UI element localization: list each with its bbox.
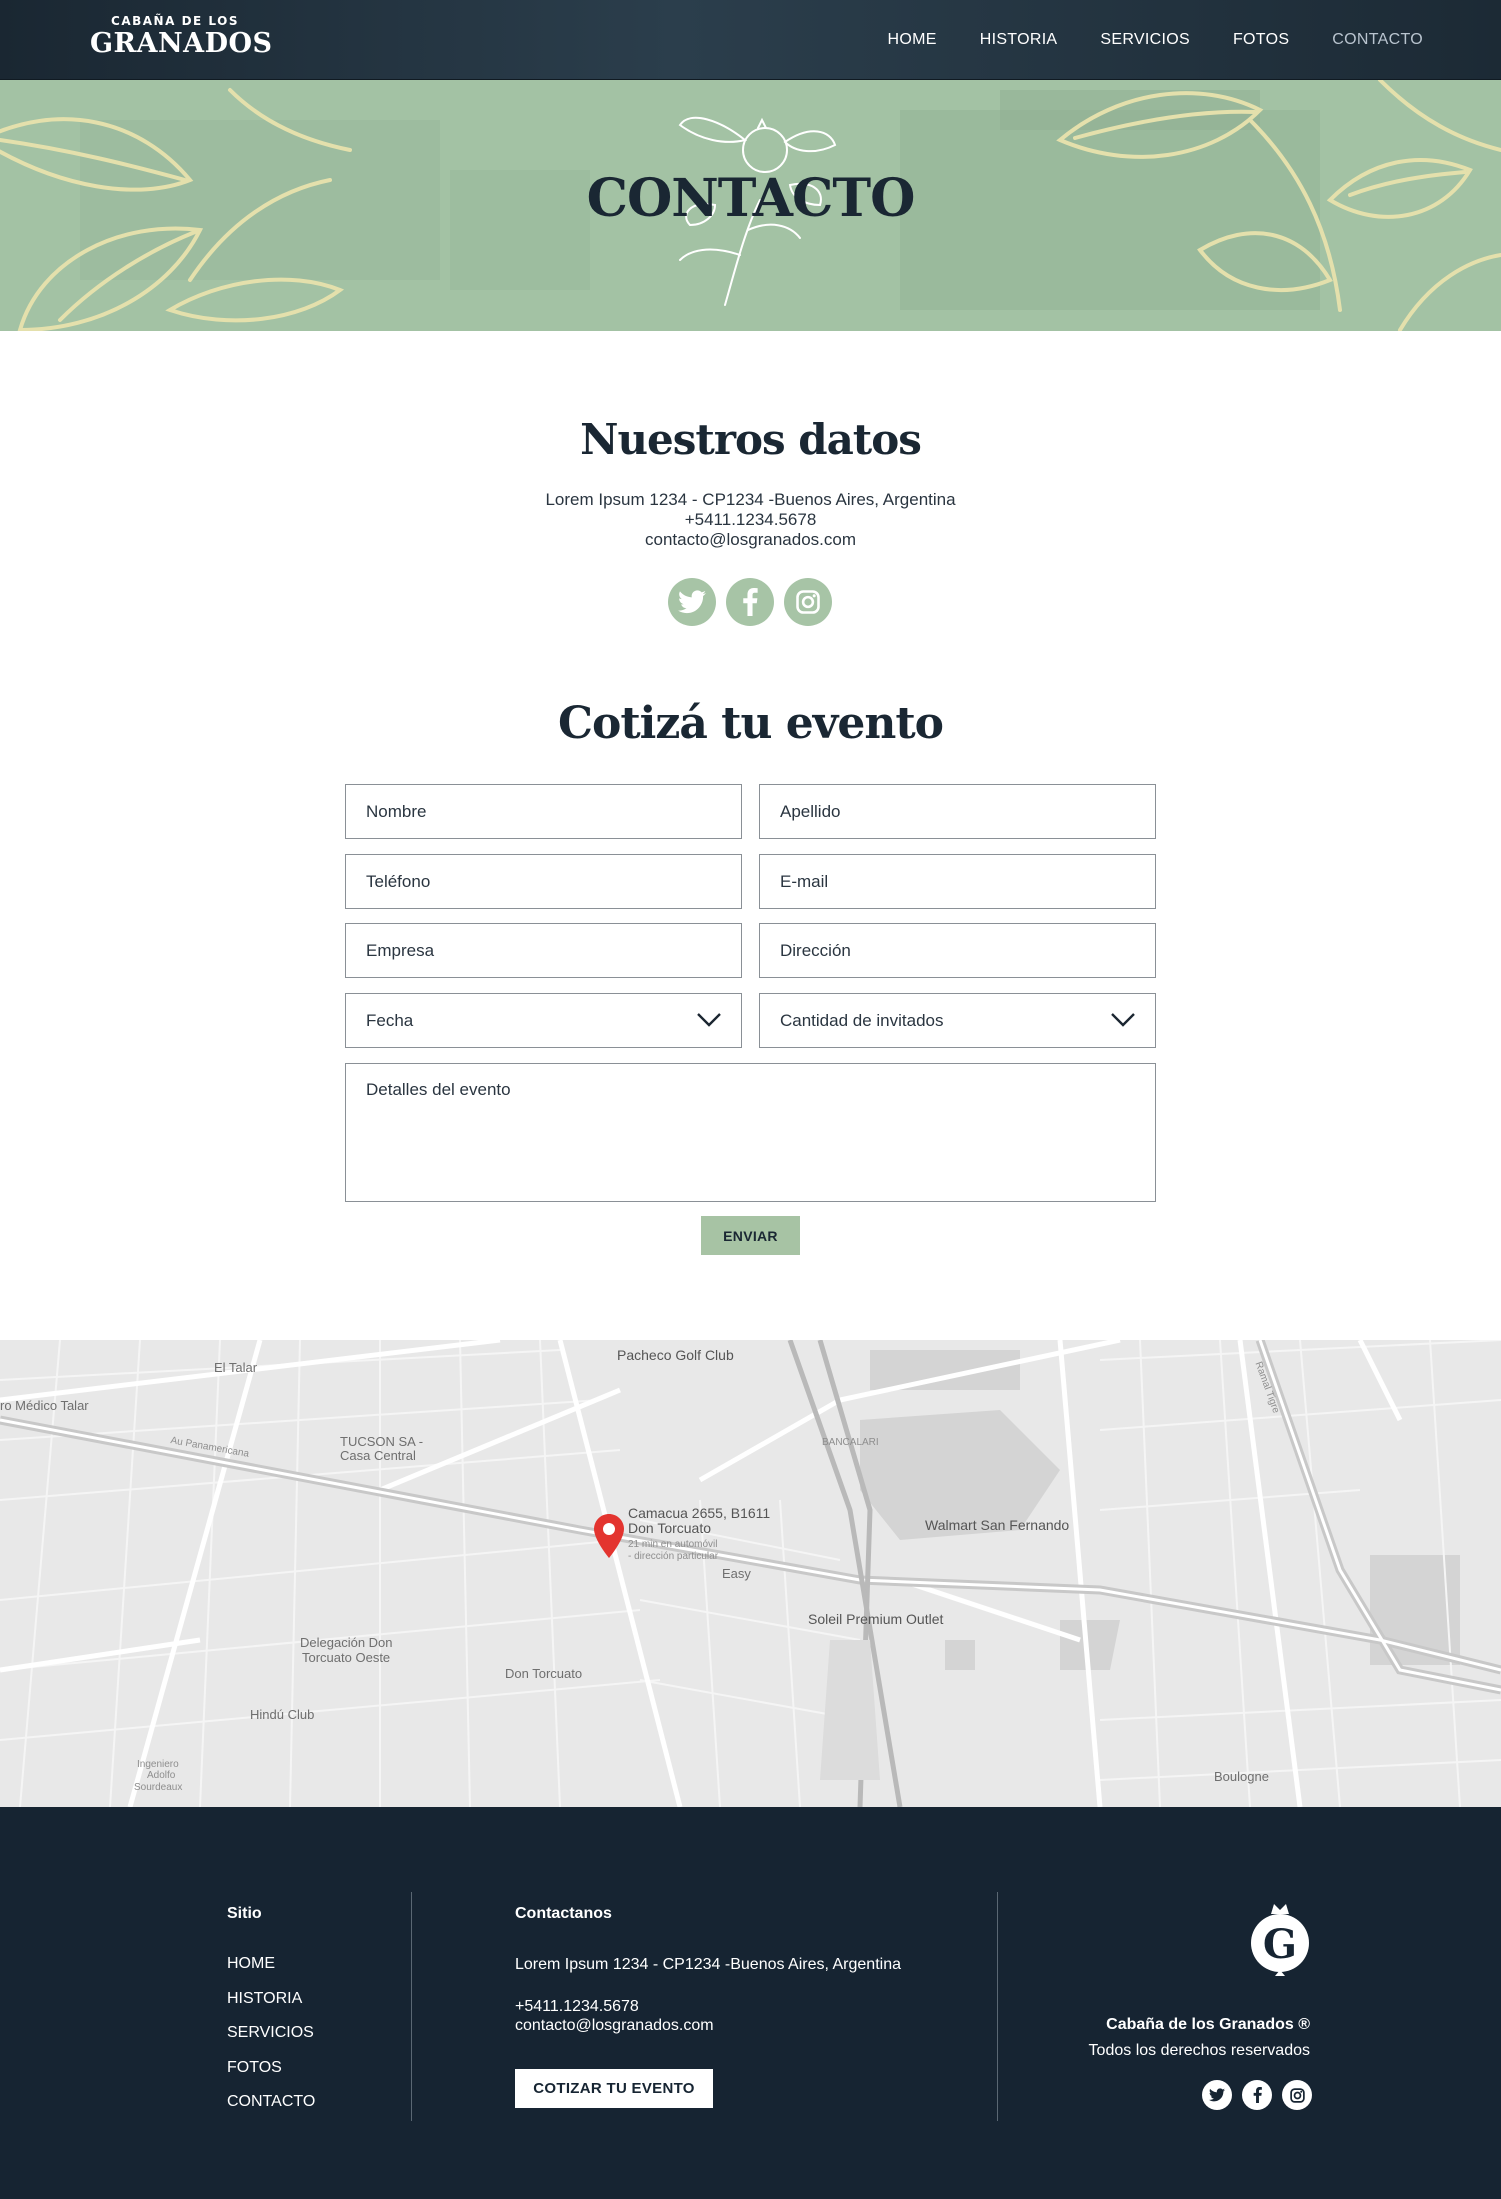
- location-map[interactable]: Pacheco Golf Club El Talar ro Médico Tal…: [0, 1340, 1501, 1807]
- chevron-down-icon: [697, 1013, 721, 1027]
- map-label-don-torcuato: Don Torcuato: [505, 1666, 583, 1681]
- direccion-placeholder: Dirección: [780, 940, 851, 960]
- fecha-placeholder: Fecha: [366, 1010, 414, 1030]
- datos-email: contacto@losgranados.com: [645, 530, 856, 549]
- map-label-camacua-4: - dirección particular: [628, 1551, 719, 1562]
- nombre-field[interactable]: Nombre: [345, 784, 742, 839]
- invitados-select[interactable]: Cantidad de invitados: [759, 993, 1156, 1048]
- footer-link-home[interactable]: HOME: [227, 1955, 275, 1973]
- footer-socials: [1202, 2080, 1312, 2110]
- nav-home[interactable]: HOME: [888, 31, 937, 49]
- map-label-soleil: Soleil Premium Outlet: [808, 1611, 944, 1627]
- map-label-el-talar: El Talar: [214, 1360, 258, 1375]
- map-label-camacua-1: Camacua 2655, B1611: [628, 1505, 771, 1521]
- apellido-placeholder: Apellido: [780, 801, 841, 821]
- map-label-delegacion-1: Delegación Don: [300, 1635, 393, 1650]
- enviar-button[interactable]: ENVIAR: [701, 1216, 800, 1255]
- datos-info: Lorem Ipsum 1234 - CP1234 -Buenos Aires,…: [0, 490, 1501, 550]
- datos-address: Lorem Ipsum 1234 - CP1234 -Buenos Aires,…: [545, 490, 956, 509]
- map-label-boulogne: Boulogne: [1214, 1769, 1269, 1784]
- map-label-medico-talar: ro Médico Talar: [0, 1398, 89, 1413]
- apellido-field[interactable]: Apellido: [759, 784, 1156, 839]
- map-label-delegacion-2: Torcuato Oeste: [302, 1650, 391, 1665]
- nav-servicios[interactable]: SERVICIOS: [1100, 31, 1190, 49]
- map-label-walmart: Walmart San Fernando: [925, 1517, 1070, 1533]
- fecha-select[interactable]: Fecha: [345, 993, 742, 1048]
- footer-contact-title: Contactanos: [515, 1905, 612, 1922]
- nav-contacto[interactable]: CONTACTO: [1332, 31, 1423, 49]
- map-label-tucson-2: Casa Central: [340, 1448, 416, 1463]
- detalles-textarea[interactable]: Detalles del evento: [345, 1063, 1156, 1202]
- footer-sitio-title: Sitio: [227, 1905, 262, 1922]
- pomegranate-emblem-icon: G: [1251, 1904, 1309, 1976]
- footer-link-fotos[interactable]: FOTOS: [227, 2059, 282, 2077]
- footer-rights: Todos los derechos reservados: [1088, 2042, 1310, 2059]
- footer-contact-lines: +5411.1234.5678 contacto@losgranados.com: [515, 1997, 714, 2035]
- empresa-placeholder: Empresa: [366, 940, 435, 960]
- main-nav: HOME HISTORIA SERVICIOS FOTOS CONTACTO: [845, 0, 1423, 80]
- email-placeholder: E-mail: [780, 871, 829, 891]
- site-logo[interactable]: CABAÑA DE LOS GRANADOS: [90, 12, 273, 68]
- instagram-icon[interactable]: [784, 578, 832, 626]
- footer-divider: [411, 1892, 412, 2121]
- instagram-icon[interactable]: [1282, 2080, 1312, 2110]
- invitados-placeholder: Cantidad de invitados: [780, 1010, 944, 1030]
- footer-link-historia[interactable]: HISTORIA: [227, 1990, 302, 2008]
- telefono-field[interactable]: Teléfono: [345, 854, 742, 909]
- map-label-easy: Easy: [722, 1566, 751, 1581]
- map-label-tucson-1: TUCSON SA -: [340, 1434, 424, 1449]
- emblem-letter: G: [1263, 1921, 1297, 1968]
- nombre-placeholder: Nombre: [366, 801, 427, 821]
- facebook-icon[interactable]: [726, 578, 774, 626]
- hero-banner: CONTACTO: [0, 80, 1501, 331]
- form-heading: Cotizá tu evento: [557, 698, 944, 749]
- chevron-down-icon: [1111, 1013, 1135, 1027]
- footer-brand: Cabaña de los Granados ® Todos los derec…: [1089, 2012, 1310, 2064]
- logo-top-text: CABAÑA DE LOS: [111, 14, 239, 28]
- facebook-icon[interactable]: [1242, 2080, 1272, 2110]
- footer-phone: +5411.1234.5678: [515, 1998, 639, 2015]
- datos-socials: [668, 578, 832, 626]
- twitter-icon[interactable]: [1202, 2080, 1232, 2110]
- map-label-hindu: Hindú Club: [250, 1707, 315, 1722]
- email-field[interactable]: E-mail: [759, 854, 1156, 909]
- page-title: CONTACTO: [586, 168, 916, 229]
- site-header: CABAÑA DE LOS GRANADOS HOME HISTORIA SER…: [0, 0, 1501, 80]
- site-footer: Sitio HOME HISTORIA SERVICIOS FOTOS CONT…: [0, 1807, 1501, 2199]
- twitter-icon[interactable]: [668, 578, 716, 626]
- map-label-pacheco: Pacheco Golf Club: [617, 1347, 734, 1363]
- empresa-field[interactable]: Empresa: [345, 923, 742, 978]
- footer-brand-name: Cabaña de los Granados ®: [1106, 2016, 1310, 2033]
- nav-historia[interactable]: HISTORIA: [980, 31, 1058, 49]
- footer-link-contacto[interactable]: CONTACTO: [227, 2093, 315, 2111]
- cotizar-button[interactable]: COTIZAR TU EVENTO: [515, 2069, 713, 2108]
- logo-main-text: GRANADOS: [90, 28, 273, 59]
- direccion-field[interactable]: Dirección: [759, 923, 1156, 978]
- map-label-bancalari: BANCALARI: [822, 1437, 879, 1448]
- footer-address: Lorem Ipsum 1234 - CP1234 -Buenos Aires,…: [515, 1956, 901, 1973]
- map-label-camacua-2: Don Torcuato: [628, 1520, 712, 1536]
- detalles-placeholder: Detalles del evento: [366, 1080, 511, 1099]
- datos-heading: Nuestros datos: [580, 415, 922, 464]
- footer-divider: [997, 1892, 998, 2121]
- footer-link-servicios[interactable]: SERVICIOS: [227, 2024, 314, 2042]
- telefono-placeholder: Teléfono: [366, 871, 431, 891]
- nav-fotos[interactable]: FOTOS: [1233, 31, 1289, 49]
- map-label-ingeniero-3: Sourdeaux: [134, 1782, 183, 1793]
- datos-phone: +5411.1234.5678: [684, 510, 817, 529]
- footer-email: contacto@losgranados.com: [515, 2017, 714, 2034]
- location-pin-icon[interactable]: [594, 1514, 624, 1558]
